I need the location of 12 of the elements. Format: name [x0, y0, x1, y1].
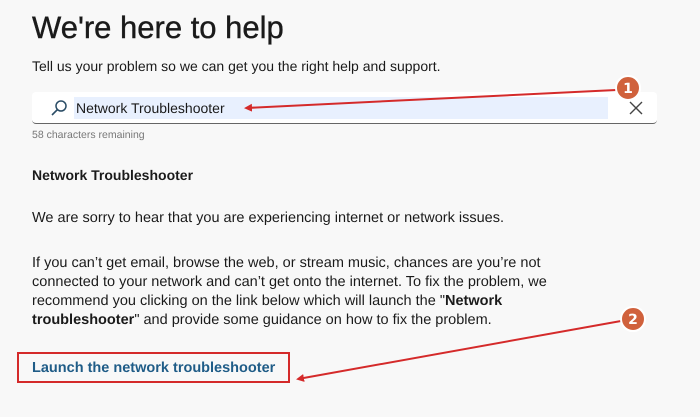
paragraph: If you can’t get email, browse the web, or stream music, chances are you’re not connected to your network and can’t get onto the internet. To fix the problem, we recommend you clicking on the link below which will launch the "Network troubleshooter" and provide some guidance on how to fix the problem. — [32, 254, 548, 330]
subtitle: Tell us your problem so we can get you the right help and support. — [32, 58, 442, 74]
character-counter: 58 characters remaining — [32, 129, 146, 141]
search-icon — [50, 98, 68, 116]
close-icon[interactable] — [629, 100, 643, 114]
paragraph: We are sorry to hear that you are experiencing internet or network issues. — [32, 209, 506, 228]
number-badge: 1 — [615, 75, 641, 101]
search-field[interactable]: Network Troubleshooter — [32, 92, 657, 124]
number-badge: 2 — [620, 306, 646, 332]
launch-link[interactable]: Launch the network troubleshooter — [32, 360, 276, 376]
section-heading: Network Troubleshooter — [32, 167, 194, 183]
page-title: We're here to help — [32, 10, 285, 46]
